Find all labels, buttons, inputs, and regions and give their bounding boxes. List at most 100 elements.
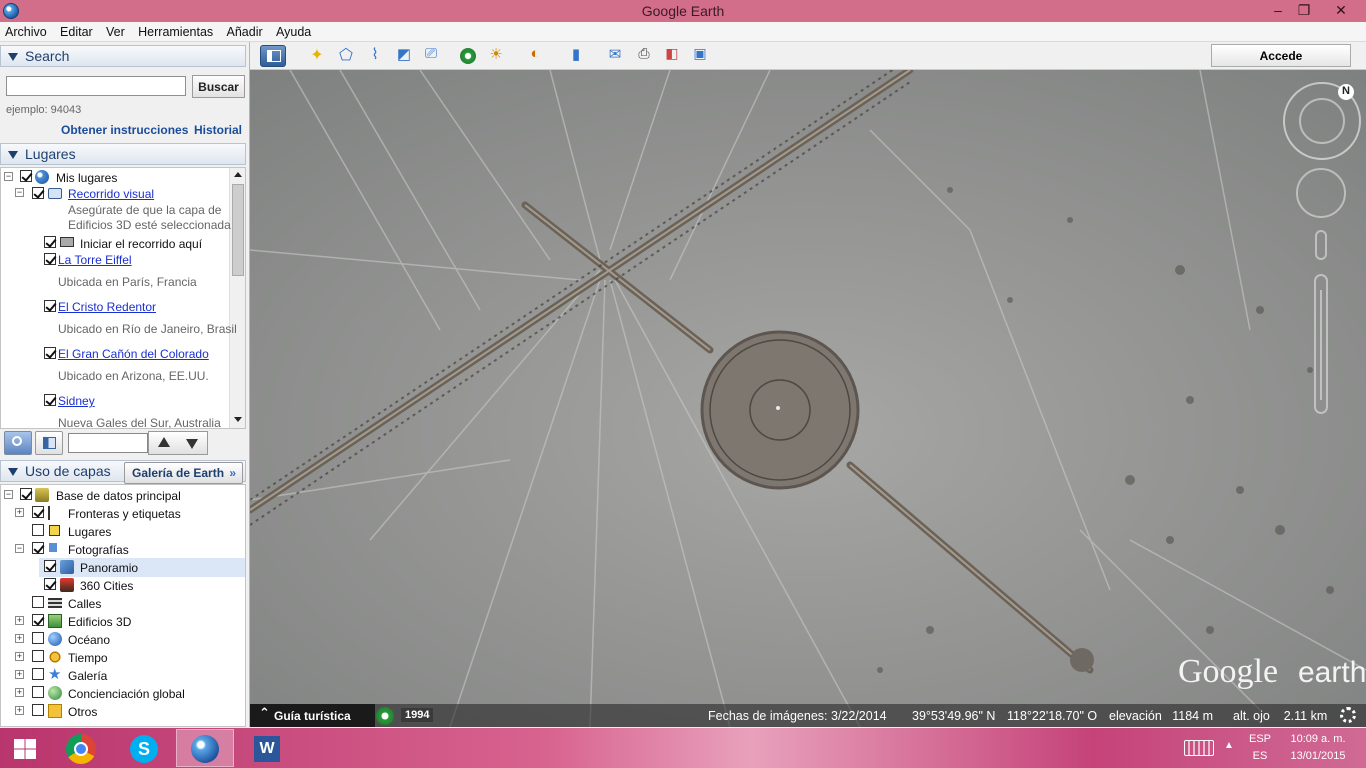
earth-map-view[interactable]: Google earth N (250, 70, 1366, 727)
keyboard-icon[interactable] (1184, 740, 1214, 756)
show-hidden-icons[interactable]: ▲ (1224, 740, 1234, 751)
historical-imagery-button[interactable] (455, 45, 481, 67)
taskbar-word[interactable]: W (238, 729, 296, 767)
layer-label[interactable]: Lugares (68, 525, 111, 543)
collapse-icon[interactable]: − (4, 172, 13, 181)
expand-icon[interactable]: + (15, 652, 24, 661)
layer-checkbox[interactable] (32, 524, 44, 536)
place-link[interactable]: La Torre Eiffel (58, 253, 132, 267)
layer-checkbox[interactable] (44, 578, 56, 590)
layer-checkbox[interactable] (32, 668, 44, 680)
add-polygon-button[interactable]: ⬠ (333, 45, 359, 67)
collapse-icon[interactable]: − (15, 544, 24, 553)
layer-checkbox[interactable] (32, 596, 44, 608)
layer-label[interactable]: Base de datos principal (56, 489, 181, 507)
earth-gallery-button[interactable]: Galería de Earth » (124, 462, 243, 484)
collapse-icon[interactable]: − (4, 490, 13, 499)
expand-icon[interactable]: + (15, 634, 24, 643)
menu-editar[interactable]: Editar (55, 22, 98, 39)
start-tour-checkbox[interactable] (44, 236, 56, 248)
place-checkbox[interactable] (44, 300, 56, 312)
layer-label[interactable]: Océano (68, 633, 110, 651)
zoom-slider[interactable] (1314, 274, 1328, 414)
place-link[interactable]: Sidney (58, 394, 95, 408)
layer-checkbox[interactable] (32, 506, 44, 518)
layer-checkbox[interactable] (32, 632, 44, 644)
language-primary[interactable]: ESP (1244, 733, 1276, 745)
move-down-icon[interactable] (186, 439, 198, 449)
layer-label[interactable]: Concienciación global (68, 687, 185, 705)
imagery-year[interactable]: 1994 (401, 708, 434, 722)
scroll-thumb[interactable] (232, 184, 244, 276)
layer-checkbox[interactable] (32, 542, 44, 554)
layer-label[interactable]: Fronteras y etiquetas (68, 507, 181, 525)
history-link[interactable]: Historial (194, 123, 242, 137)
sidebar-toggle-button[interactable] (260, 45, 286, 67)
email-button[interactable]: ✉ (602, 45, 628, 67)
historical-clock-icon[interactable] (376, 707, 394, 725)
clock-date[interactable]: 13/01/2015 (1280, 750, 1356, 762)
scroll-down-icon[interactable] (234, 417, 242, 422)
place-checkbox[interactable] (44, 347, 56, 359)
my-places-checkbox[interactable] (20, 170, 32, 182)
language-secondary[interactable]: ES (1244, 750, 1276, 762)
move-joystick[interactable] (1296, 168, 1346, 218)
collapse-icon[interactable]: − (15, 188, 24, 197)
search-places-button[interactable] (4, 431, 32, 455)
places-filter-input[interactable] (68, 433, 148, 453)
ruler-button[interactable]: ▮ (563, 45, 589, 67)
place-checkbox[interactable] (44, 253, 56, 265)
layer-label[interactable]: Edificios 3D (68, 615, 131, 633)
places-scrollbar[interactable] (229, 168, 245, 428)
search-panel-header[interactable]: Search (0, 45, 246, 67)
places-panel-header[interactable]: Lugares (0, 143, 246, 165)
layer-label[interactable]: Calles (68, 597, 101, 615)
place-checkbox[interactable] (44, 394, 56, 406)
taskbar-skype[interactable]: S (114, 729, 172, 767)
layer-label[interactable]: Panoramio (80, 561, 138, 579)
layer-checkbox[interactable] (32, 704, 44, 716)
collapse-triangle-icon[interactable] (8, 468, 18, 476)
add-placemark-button[interactable]: ✦ (304, 45, 330, 67)
menu-archivo[interactable]: Archivo (0, 22, 52, 39)
maximize-button[interactable]: ❐ (1289, 0, 1319, 22)
close-button[interactable]: ✕ (1318, 0, 1364, 22)
layer-checkbox[interactable] (32, 650, 44, 662)
menu-herramientas[interactable]: Herramientas (133, 22, 218, 39)
sunlight-button[interactable]: ☀ (483, 45, 509, 67)
start-button[interactable] (0, 729, 50, 767)
satellite-imagery[interactable]: Google earth (250, 70, 1366, 727)
print-button[interactable]: ⎙ (631, 45, 657, 67)
sign-in-button[interactable]: Accede (1211, 44, 1351, 67)
layer-label[interactable]: Tiempo (68, 651, 108, 669)
taskbar-chrome[interactable] (52, 729, 110, 767)
add-path-button[interactable]: ⌇ (362, 45, 388, 67)
planet-switch-button[interactable]: ◐ (522, 45, 548, 67)
place-link[interactable]: El Cristo Redentor (58, 300, 156, 314)
expand-icon[interactable]: + (15, 616, 24, 625)
layer-checkbox[interactable] (44, 560, 56, 572)
taskbar-google-earth[interactable] (176, 729, 234, 767)
layer-label[interactable]: 360 Cities (80, 579, 133, 597)
search-input[interactable] (6, 76, 186, 96)
save-image-button[interactable]: ▣ (687, 45, 713, 67)
maps-button[interactable]: ◧ (659, 45, 685, 67)
look-inner-ring[interactable] (1299, 98, 1345, 144)
layer-checkbox[interactable] (20, 488, 32, 500)
expand-icon[interactable]: + (15, 706, 24, 715)
directions-link[interactable]: Obtener instrucciones (61, 123, 188, 137)
menu-ayuda[interactable]: Ayuda (271, 22, 316, 39)
tour-link[interactable]: Recorrido visual (68, 187, 154, 201)
tour-guide-button[interactable]: ⌃ Guía turística (250, 704, 375, 727)
north-compass-icon[interactable]: N (1338, 84, 1354, 100)
layer-label[interactable]: Galería (68, 669, 107, 687)
expand-icon[interactable]: + (15, 688, 24, 697)
collapse-triangle-icon[interactable] (8, 151, 18, 159)
add-overlay-button[interactable]: ◩ (391, 45, 417, 67)
menu-anadir[interactable]: Añadir (222, 22, 268, 39)
layer-checkbox[interactable] (32, 686, 44, 698)
move-up-icon[interactable] (158, 437, 170, 447)
clock-time[interactable]: 10:09 a. m. (1280, 733, 1356, 745)
expand-icon[interactable]: + (15, 670, 24, 679)
layer-label[interactable]: Otros (68, 705, 97, 723)
